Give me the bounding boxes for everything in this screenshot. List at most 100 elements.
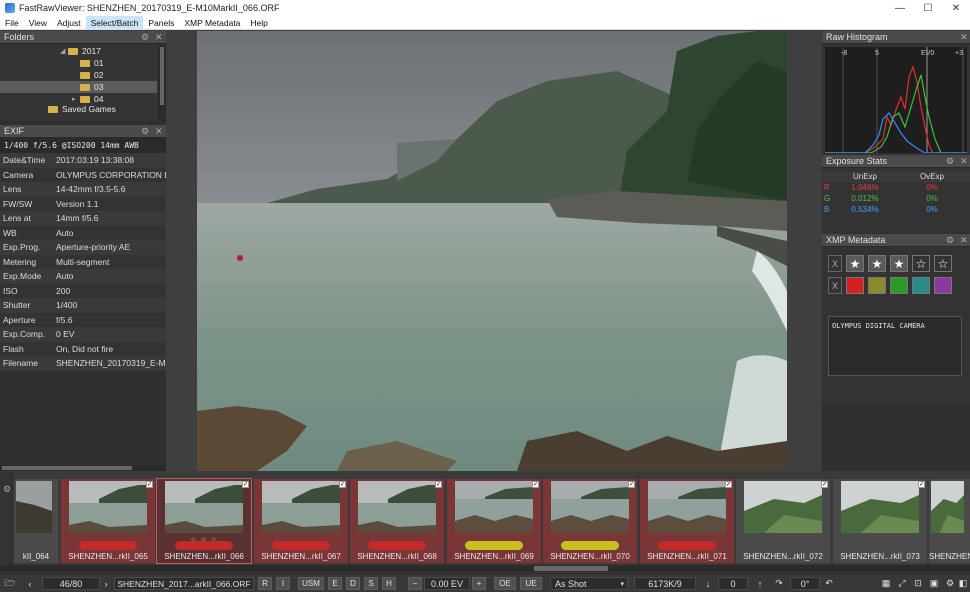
menu-help[interactable]: Help <box>245 16 272 30</box>
expand-arrow-icon[interactable]: ▸ <box>72 95 80 103</box>
star-4-button[interactable]: ☆ <box>912 255 930 272</box>
close-icon[interactable]: ✕ <box>960 156 968 167</box>
close-icon[interactable]: ✕ <box>155 126 163 137</box>
color-label-green[interactable] <box>890 277 908 294</box>
filmstrip-scrollbar[interactable] <box>0 565 970 572</box>
usm-button[interactable]: USM <box>298 577 324 590</box>
filmstrip-thumb[interactable]: ✓ SHENZHEN...rkII_068 <box>350 479 444 563</box>
filmstrip-thumb[interactable]: ✓ SHENZHEN...rkII_071 <box>640 479 734 563</box>
color-label-purple[interactable] <box>934 277 952 294</box>
tint-value[interactable]: 0 <box>718 577 748 590</box>
gear-icon[interactable]: ⚙ <box>3 484 11 495</box>
color-temperature[interactable]: 6173K/9 <box>634 577 696 590</box>
select-checkbox[interactable]: ✓ <box>532 481 539 488</box>
s-button[interactable]: S <box>364 577 378 590</box>
select-checkbox[interactable]: ✓ <box>628 481 635 488</box>
star-5-button[interactable]: ☆ <box>934 255 952 272</box>
filmstrip-thumb[interactable]: ✓☆ ☆ ☆SHENZHEN...rkII_066 <box>156 478 252 564</box>
color-label-blue[interactable] <box>912 277 930 294</box>
rotation-value[interactable]: 0° <box>790 577 820 590</box>
thumb-filename: SHENZHEN...rkII_071 <box>647 552 727 561</box>
star-1-button[interactable]: ★ <box>846 255 864 272</box>
d-button[interactable]: D <box>346 577 360 590</box>
open-folder-icon[interactable]: 🗁 <box>2 577 18 590</box>
up-arrow-icon[interactable]: ↑ <box>754 577 766 590</box>
star-2-button[interactable]: ★ <box>868 255 886 272</box>
filmstrip-thumb[interactable]: SHENZHEN <box>929 479 970 563</box>
star-3-button[interactable]: ★ <box>890 255 908 272</box>
filmstrip-thumb[interactable]: ✓ SHENZHEN...rkII_067 <box>254 479 348 563</box>
ue-button[interactable]: UE <box>520 577 542 590</box>
select-checkbox[interactable]: ✓ <box>146 481 153 488</box>
filmstrip-thumb[interactable]: ✓ SHENZHEN...rkII_065 <box>61 479 155 563</box>
menu-view[interactable]: View <box>24 16 52 30</box>
next-arrow-icon[interactable]: › <box>100 577 112 590</box>
close-icon[interactable]: ✕ <box>960 32 968 43</box>
select-checkbox[interactable]: ✓ <box>821 481 828 488</box>
gear-icon[interactable]: ⚙ <box>946 156 954 167</box>
gear-icon[interactable]: ⚙ <box>141 32 149 43</box>
tree-item-01[interactable]: 01 <box>0 57 157 69</box>
r-button[interactable]: R <box>258 577 272 590</box>
select-checkbox[interactable]: ✓ <box>918 481 925 488</box>
tree-item-saved-games[interactable]: Saved Games <box>0 105 157 113</box>
menu-xmp-metadata[interactable]: XMP Metadata <box>179 16 245 30</box>
histogram-header: Raw Histogram ✕ <box>822 31 970 44</box>
tree-item-02[interactable]: 02 <box>0 69 157 81</box>
i-button[interactable]: I <box>276 577 290 590</box>
main-photo[interactable] <box>197 31 787 471</box>
close-icon[interactable]: ✕ <box>960 235 968 246</box>
gear-icon[interactable]: ⚙ <box>141 126 149 137</box>
tree-item-03[interactable]: 03 <box>0 81 157 93</box>
filmstrip-thumb[interactable]: kII_064 <box>14 479 58 563</box>
oe-button[interactable]: OE <box>494 577 516 590</box>
color-label-yellow[interactable] <box>868 277 886 294</box>
e-button[interactable]: E <box>328 577 342 590</box>
description-field[interactable]: OLYMPUS DIGITAL CAMERA <box>828 316 962 376</box>
h-button[interactable]: H <box>382 577 396 590</box>
fit-screen-icon[interactable]: ⤢ <box>896 577 908 590</box>
minimize-button[interactable]: — <box>886 0 914 16</box>
filmstrip-thumb[interactable]: ✓ SHENZHEN...rkII_072 <box>736 479 830 563</box>
maximize-button[interactable]: ☐ <box>914 0 942 16</box>
filmstrip-thumb[interactable]: ✓ SHENZHEN...rkII_073 <box>833 479 927 563</box>
folders-scrollbar[interactable] <box>158 45 166 121</box>
color-label-red[interactable] <box>846 277 864 294</box>
xmp-title: XMP Metadata <box>826 235 886 245</box>
select-checkbox[interactable]: ✓ <box>435 481 442 488</box>
menu-select-batch[interactable]: Select/Batch <box>85 15 144 30</box>
filmstrip-thumb[interactable]: ✓ SHENZHEN...rkII_070 <box>543 479 637 563</box>
select-checkbox[interactable]: ✓ <box>725 481 732 488</box>
prev-arrow-icon[interactable]: ‹ <box>24 577 36 590</box>
exposure-plus-button[interactable]: + <box>472 577 486 590</box>
compare-icon[interactable]: ▣ <box>928 577 940 590</box>
grid-view-icon[interactable]: ▦ <box>880 577 892 590</box>
fullscreen-icon[interactable]: ◧ <box>958 577 968 590</box>
clear-color-label-button[interactable]: X <box>828 277 842 294</box>
close-button[interactable]: ✕ <box>942 0 970 16</box>
exif-summary: 1/400 f/5.6 @ISO200 14mm AWB <box>0 138 166 153</box>
select-checkbox[interactable]: ✓ <box>339 481 346 488</box>
exposure-minus-button[interactable]: − <box>408 577 422 590</box>
filmstrip-thumb[interactable]: ✓ SHENZHEN...rkII_069 <box>447 479 541 563</box>
menu-panels[interactable]: Panels <box>143 16 179 30</box>
menu-adjust[interactable]: Adjust <box>52 16 86 30</box>
white-balance-select[interactable]: As Shot ▾ <box>550 577 628 590</box>
reject-rating-button[interactable]: X <box>828 255 842 272</box>
select-checkbox[interactable]: ✓ <box>242 481 249 488</box>
down-arrow-icon[interactable]: ↓ <box>702 577 714 590</box>
rotate-right-icon[interactable]: ↷ <box>772 577 786 590</box>
exposure-value[interactable]: 0.00 EV <box>424 577 470 590</box>
close-icon[interactable]: ✕ <box>155 32 163 43</box>
settings-icon[interactable]: ⚙ <box>944 577 956 590</box>
expand-arrow-icon[interactable]: ◢ <box>60 47 68 55</box>
gear-icon[interactable]: ⚙ <box>946 235 954 246</box>
image-viewer[interactable] <box>166 31 821 471</box>
tree-item-04[interactable]: ▸ 04 <box>0 93 157 105</box>
tree-item-2017[interactable]: ◢ 2017 <box>0 45 157 57</box>
rotate-left-icon[interactable]: ↶ <box>822 577 836 590</box>
exif-row: Lens at 14mm f/5.6 <box>0 211 166 226</box>
menu-file[interactable]: File <box>0 16 24 30</box>
zoom-icon[interactable]: ⊡ <box>912 577 924 590</box>
exif-scrollbar[interactable] <box>0 465 166 471</box>
